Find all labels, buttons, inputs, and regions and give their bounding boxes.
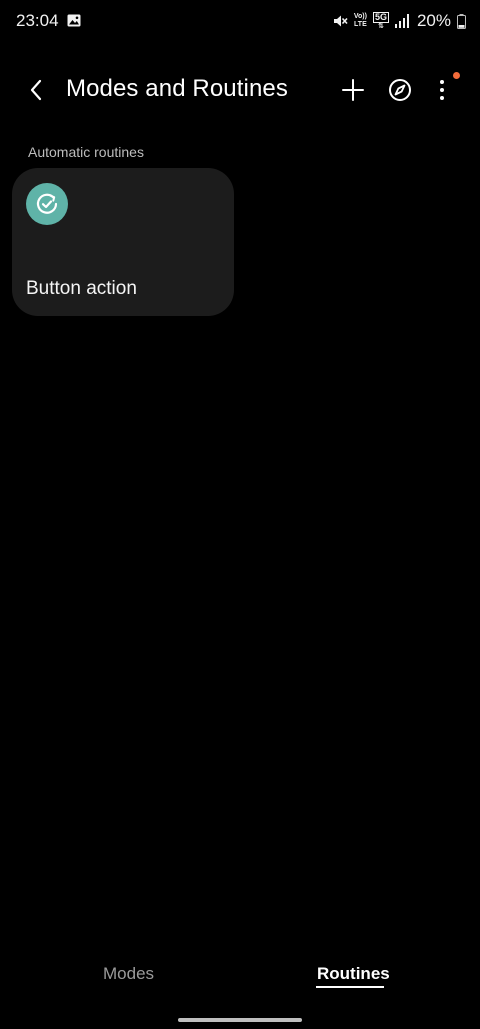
notification-dot	[453, 72, 460, 79]
5g-icon: 5G ⇅	[372, 11, 389, 31]
status-time: 23:04	[16, 11, 59, 30]
back-button[interactable]	[20, 74, 52, 106]
home-indicator[interactable]	[178, 1018, 302, 1022]
battery-icon	[457, 13, 466, 29]
app-bar: Modes and Routines	[0, 60, 480, 120]
volte-bottom-label: LTE	[354, 21, 367, 28]
add-routine-button[interactable]	[337, 74, 369, 106]
page-title: Modes and Routines	[66, 75, 288, 102]
bottom-tabs: Modes Routines	[0, 956, 480, 996]
tab-modes[interactable]: Modes	[103, 964, 154, 984]
compass-icon	[389, 79, 411, 101]
signal-icon	[394, 14, 409, 28]
tab-selected-indicator	[316, 986, 384, 988]
network-type-label: 5G	[372, 11, 389, 23]
data-arrows-icon: ⇅	[378, 22, 384, 30]
routine-check-icon	[36, 193, 58, 214]
tab-routines[interactable]: Routines	[317, 964, 390, 984]
section-header: Automatic routines	[28, 144, 144, 160]
back-icon	[30, 79, 42, 101]
routine-icon-circle	[26, 183, 68, 225]
mute-icon	[333, 15, 348, 27]
routine-card[interactable]: Button action	[12, 168, 234, 316]
more-options-button[interactable]	[428, 74, 456, 106]
routine-name: Button action	[26, 278, 137, 299]
battery-percent: 20%	[416, 11, 451, 30]
discover-button[interactable]	[384, 74, 416, 106]
plus-icon	[342, 79, 364, 101]
status-bar: 23:04 Vo)) LTE 5G ⇅ 20%	[0, 0, 480, 44]
status-icons: Vo)) LTE 5G ⇅ 20%	[332, 10, 466, 32]
more-vertical-icon	[440, 80, 444, 100]
volte-icon: Vo)) LTE	[354, 13, 367, 29]
volte-top-label: Vo))	[353, 13, 367, 20]
gallery-icon	[67, 14, 81, 27]
